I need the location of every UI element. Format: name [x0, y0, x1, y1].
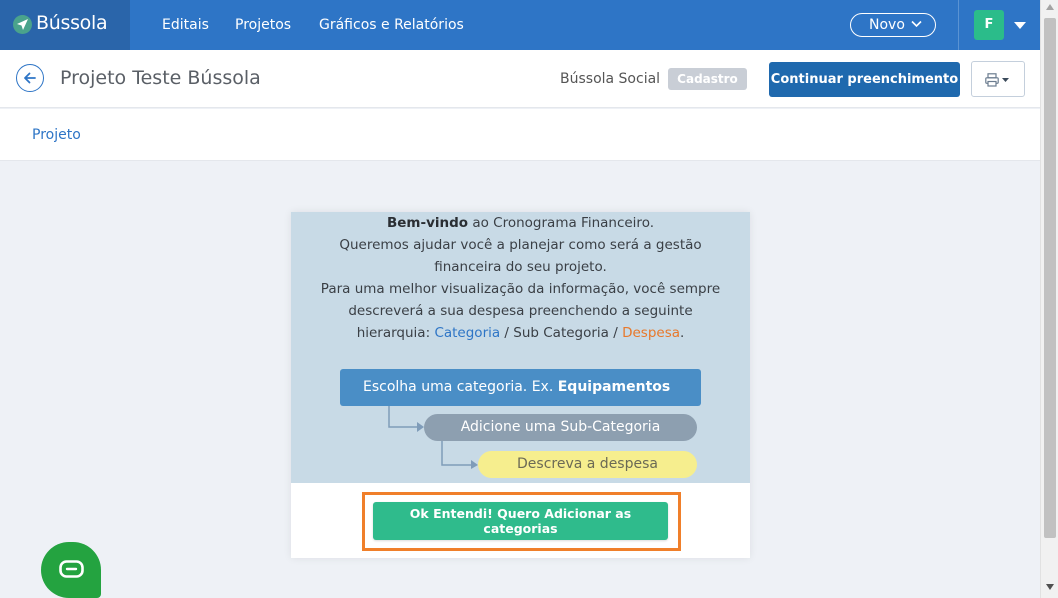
- hierarchy-end: .: [680, 325, 685, 341]
- status-badge: Cadastro: [668, 68, 747, 90]
- nav-editais[interactable]: Editais: [162, 17, 209, 33]
- tab-bar: Projeto: [0, 109, 1040, 161]
- chevron-down-icon: [911, 20, 922, 28]
- continue-button[interactable]: Continuar preenchimento: [769, 62, 960, 97]
- step1-example: Equipamentos: [557, 379, 671, 395]
- caret-down-icon[interactable]: [1014, 22, 1026, 29]
- top-navbar: Bússola Editais Projetos Gráficos e Rela…: [0, 0, 1040, 50]
- hierarchy-subcategory: / Sub Categoria /: [500, 325, 623, 341]
- step-connector-arrow-icon: [388, 406, 424, 432]
- brand-logo[interactable]: Bússola: [0, 0, 130, 50]
- compass-logo-icon: [13, 15, 32, 34]
- nav-graficos-relatorios[interactable]: Gráficos e Relatórios: [319, 17, 464, 33]
- welcome-text: Bem-vindo ao Cronograma Financeiro. Quer…: [311, 212, 730, 344]
- print-button[interactable]: [971, 61, 1025, 97]
- nav-projetos[interactable]: Projetos: [235, 17, 291, 33]
- project-header: Projeto Teste Bússola Bússola Social Cad…: [0, 50, 1040, 108]
- step1-text: Escolha uma categoria. Ex.: [363, 379, 558, 395]
- welcome-bold: Bem-vindo: [386, 215, 469, 231]
- step-add-subcategory: Adicione uma Sub-Categoria: [424, 414, 697, 441]
- back-button[interactable]: [16, 64, 44, 92]
- welcome-panel: Bem-vindo ao Cronograma Financeiro. Quer…: [291, 212, 750, 483]
- organization-name: Bússola Social: [560, 71, 661, 87]
- financial-schedule-welcome-card: Bem-vindo ao Cronograma Financeiro. Quer…: [291, 212, 750, 558]
- scroll-down-icon[interactable]: [1046, 584, 1054, 590]
- avatar[interactable]: F: [974, 10, 1004, 40]
- new-button-label: Novo: [869, 17, 905, 33]
- step-connector-arrow-icon: [441, 441, 478, 469]
- scroll-up-icon[interactable]: [1046, 4, 1054, 10]
- chat-bubble-icon: [59, 560, 84, 578]
- tab-projeto[interactable]: Projeto: [32, 127, 81, 143]
- hierarchy-expense: Despesa: [622, 325, 681, 341]
- scrollbar-thumb[interactable]: [1044, 18, 1056, 538]
- brand-name: Bússola: [36, 12, 108, 34]
- navbar-divider: [958, 0, 959, 50]
- hierarchy-category: Categoria: [434, 325, 501, 341]
- page-scrollbar[interactable]: [1040, 0, 1058, 598]
- page-title: Projeto Teste Bússola: [60, 67, 261, 89]
- step-describe-expense: Descreva a despesa: [478, 451, 697, 478]
- printer-icon: [985, 73, 1009, 87]
- welcome-line1: ao Cronograma Financeiro.: [468, 215, 655, 231]
- welcome-line2: Queremos ajudar você a planejar como ser…: [339, 237, 702, 275]
- chat-button[interactable]: [41, 542, 101, 598]
- step-choose-category: Escolha uma categoria. Ex. Equipamentos: [340, 369, 701, 406]
- new-button[interactable]: Novo: [850, 13, 936, 37]
- add-categories-button[interactable]: Ok Entendi! Quero Adicionar as categoria…: [373, 502, 668, 540]
- back-arrow-icon: [24, 72, 36, 84]
